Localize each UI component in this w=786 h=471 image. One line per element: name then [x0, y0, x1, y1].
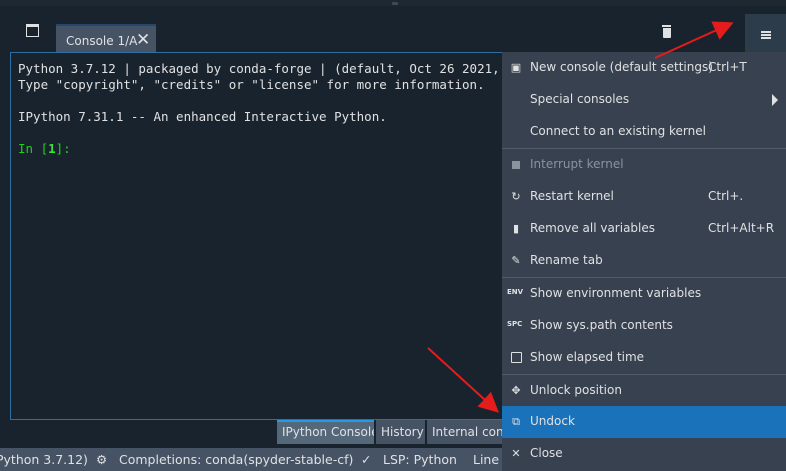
- console-output-area[interactable]: Python 3.7.12 | packaged by conda-forge …: [10, 52, 532, 420]
- menu-item-connect-kernel[interactable]: Connect to an existing kernel: [502, 116, 786, 148]
- terminal-icon: ▣: [510, 61, 522, 74]
- browse-tabs-button[interactable]: [20, 20, 44, 42]
- close-icon: ✕: [511, 447, 521, 460]
- input-prompt: In [1]:: [18, 141, 71, 156]
- lsp-status[interactable]: LSP: Python: [383, 448, 457, 471]
- console-line: IPython 7.31.1 -- An enhanced Interactiv…: [18, 109, 387, 124]
- edit-icon: ✎: [511, 254, 521, 267]
- stop-icon: [512, 161, 520, 169]
- menu-item-show-syspath[interactable]: SPC Show sys.path contents: [502, 310, 786, 342]
- console-line: Type "copyright", "credits" or "license"…: [18, 77, 485, 92]
- console-line: Python 3.7.12 | packaged by conda-forge …: [18, 61, 500, 76]
- tab-history[interactable]: History: [376, 420, 425, 444]
- menu-item-rename-tab[interactable]: ✎ Rename tab: [502, 245, 786, 277]
- menu-item-new-console[interactable]: ▣ New console (default settings) Ctrl+T: [502, 52, 786, 84]
- tab-label: Console 1/A: [66, 34, 138, 48]
- hamburger-icon: [761, 31, 771, 39]
- menu-item-close[interactable]: ✕ Close: [502, 438, 786, 470]
- close-tab-icon[interactable]: ✕: [136, 30, 150, 50]
- completions-icon: ⚙: [96, 452, 108, 467]
- trash-icon: ▮: [512, 222, 520, 235]
- restart-icon: ↻: [511, 190, 521, 203]
- menu-item-undock[interactable]: ⧉ Undock: [502, 406, 786, 438]
- options-dropdown-menu: ▣ New console (default settings) Ctrl+T …: [502, 52, 786, 471]
- cursor-position-status: Line: [473, 452, 500, 467]
- menu-item-show-env[interactable]: ENV Show environment variables: [502, 278, 786, 310]
- python-version-status[interactable]: Python 3.7.12): [0, 448, 88, 471]
- checkbox-icon[interactable]: [511, 352, 522, 363]
- menu-item-unlock-position[interactable]: ✥ Unlock position: [502, 375, 786, 407]
- menu-item-restart-kernel[interactable]: ↻ Restart kernel Ctrl+.: [502, 181, 786, 213]
- menu-item-interrupt-kernel: Interrupt kernel: [502, 149, 786, 181]
- check-icon: ✓: [361, 452, 372, 467]
- tab-internal-console[interactable]: Internal conso: [427, 420, 507, 444]
- move-icon: ✥: [511, 384, 521, 397]
- resize-grip[interactable]: [392, 2, 398, 5]
- menu-item-special-consoles[interactable]: Special consoles: [502, 84, 786, 116]
- syspath-icon: SPC: [507, 320, 523, 328]
- submenu-arrow-icon: [772, 94, 778, 106]
- env-icon: ENV: [507, 288, 524, 296]
- trash-icon[interactable]: [658, 22, 676, 44]
- window-icon: [26, 24, 39, 37]
- tab-ipython-console[interactable]: IPython Console: [277, 420, 374, 444]
- menu-item-remove-variables[interactable]: ▮ Remove all variables Ctrl+Alt+R: [502, 213, 786, 245]
- completions-status[interactable]: Completions: conda(spyder-stable-cf): [119, 448, 353, 471]
- undock-icon: ⧉: [512, 415, 520, 428]
- pane-toolbar: Console 1/A ✕: [0, 6, 786, 58]
- menu-item-show-elapsed[interactable]: Show elapsed time: [502, 342, 786, 374]
